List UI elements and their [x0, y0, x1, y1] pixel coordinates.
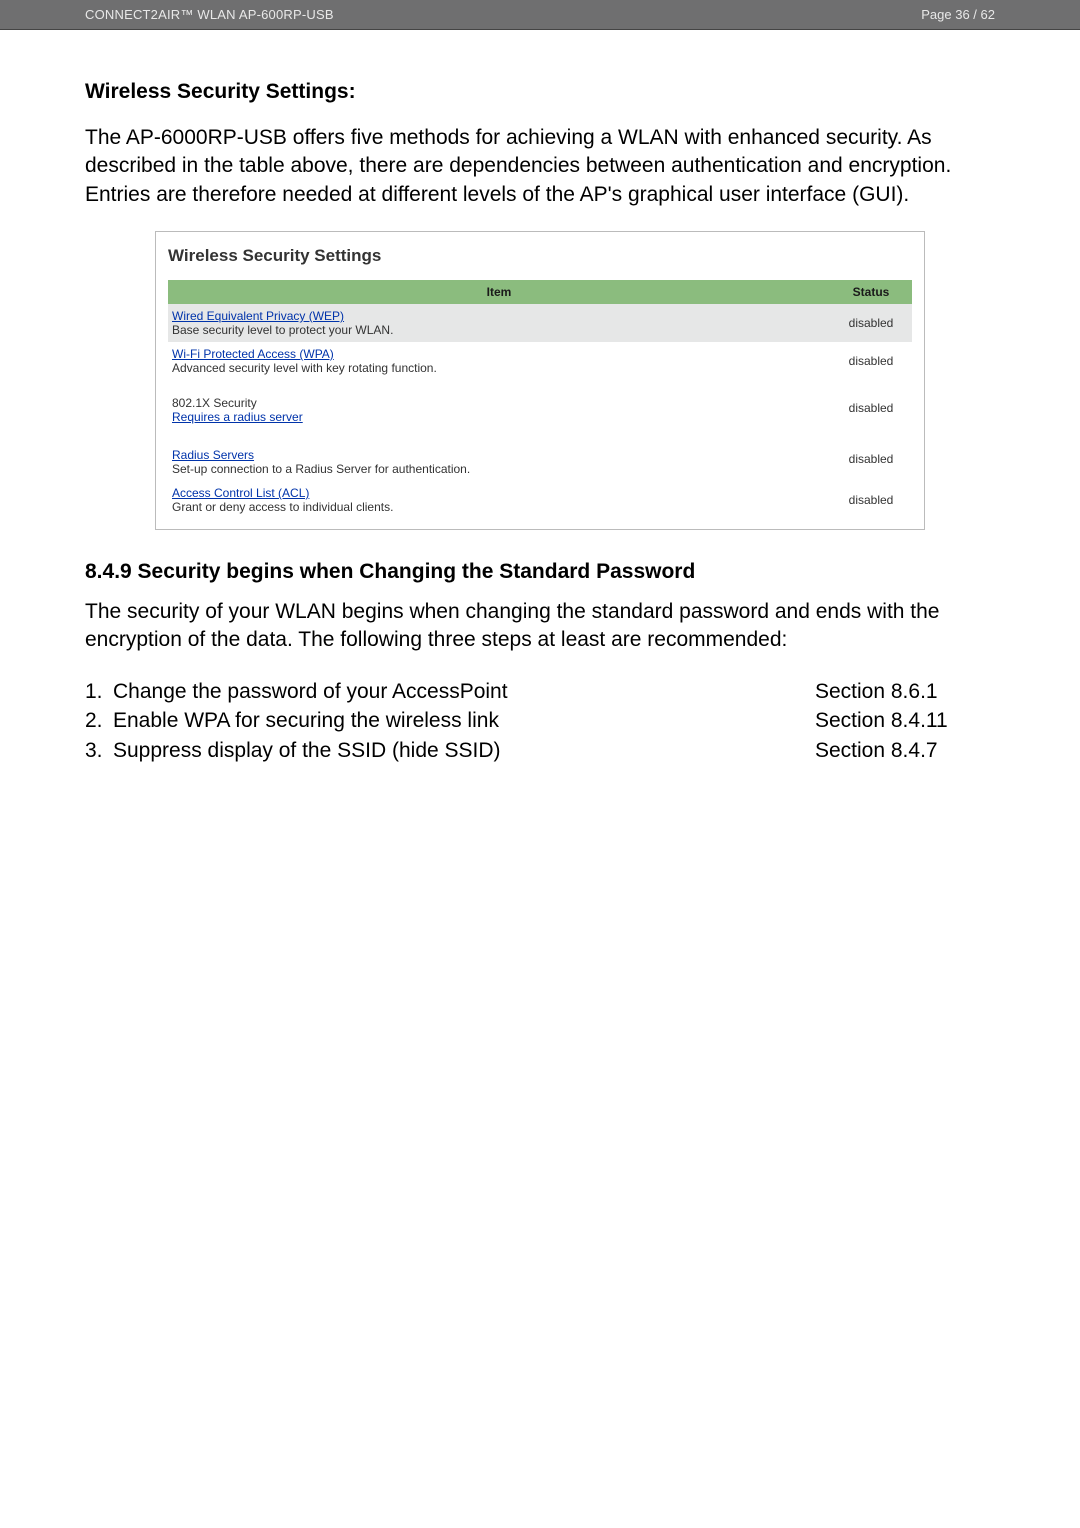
status-radius: disabled	[830, 436, 912, 481]
desc-radius-servers: Set-up connection to a Radius Server for…	[172, 462, 470, 476]
steps-list: 1. Change the password of your AccessPoi…	[85, 677, 995, 765]
table-header-row: Item Status	[168, 280, 912, 304]
step-ref: Section 8.4.7	[815, 736, 995, 765]
status-wep: disabled	[830, 304, 912, 342]
pretext-8021x: 802.1X Security	[172, 396, 257, 410]
page-content: Wireless Security Settings: The AP-6000R…	[0, 30, 1080, 765]
link-wep[interactable]: Wired Equivalent Privacy (WEP)	[172, 309, 344, 323]
link-acl[interactable]: Access Control List (ACL)	[172, 486, 309, 500]
step-ref: Section 8.6.1	[815, 677, 995, 706]
security-settings-table: Item Status Wired Equivalent Privacy (WE…	[168, 280, 912, 519]
subsection-heading: 8.4.9 Security begins when Changing the …	[85, 560, 995, 584]
table-row: Access Control List (ACL) Grant or deny …	[168, 481, 912, 519]
section-heading-security-settings: Wireless Security Settings:	[85, 80, 995, 104]
table-row: 802.1X Security Requires a radius server…	[168, 380, 912, 436]
column-header-status: Status	[830, 280, 912, 304]
step-text: Change the password of your AccessPoint	[113, 677, 508, 706]
security-settings-panel: Wireless Security Settings Item Status W…	[155, 231, 925, 530]
step-ref: Section 8.4.11	[815, 706, 995, 735]
page-header: CONNECT2AIR™ WLAN AP-600RP-USB Page 36 /…	[0, 0, 1080, 29]
status-8021x: disabled	[830, 380, 912, 436]
subsection-849: 8.4.9 Security begins when Changing the …	[85, 560, 995, 765]
subsection-paragraph: The security of your WLAN begins when ch…	[85, 598, 995, 655]
table-row: Wi-Fi Protected Access (WPA) Advanced se…	[168, 342, 912, 380]
column-header-item: Item	[168, 280, 830, 304]
list-item: 2. Enable WPA for securing the wireless …	[85, 706, 995, 735]
step-number: 2.	[85, 706, 113, 735]
item-cell: Wi-Fi Protected Access (WPA) Advanced se…	[168, 342, 830, 380]
item-cell: Access Control List (ACL) Grant or deny …	[168, 481, 830, 519]
link-radius-server[interactable]: Requires a radius server	[172, 410, 303, 424]
status-wpa: disabled	[830, 342, 912, 380]
status-acl: disabled	[830, 481, 912, 519]
item-cell: Radius Servers Set-up connection to a Ra…	[168, 436, 830, 481]
table-row: Wired Equivalent Privacy (WEP) Base secu…	[168, 304, 912, 342]
list-item: 1. Change the password of your AccessPoi…	[85, 677, 995, 706]
step-number: 3.	[85, 736, 113, 765]
section1-paragraph: The AP-6000RP-USB offers five methods fo…	[85, 124, 995, 209]
desc-acl: Grant or deny access to individual clien…	[172, 500, 393, 514]
item-cell: 802.1X Security Requires a radius server	[168, 380, 830, 436]
header-page-number: Page 36 / 62	[921, 7, 995, 22]
table-row: Radius Servers Set-up connection to a Ra…	[168, 436, 912, 481]
list-item: 3. Suppress display of the SSID (hide SS…	[85, 736, 995, 765]
desc-wpa: Advanced security level with key rotatin…	[172, 361, 437, 375]
item-cell: Wired Equivalent Privacy (WEP) Base secu…	[168, 304, 830, 342]
desc-wep: Base security level to protect your WLAN…	[172, 323, 393, 337]
panel-title: Wireless Security Settings	[168, 246, 912, 266]
header-product: CONNECT2AIR™ WLAN AP-600RP-USB	[85, 7, 334, 22]
step-number: 1.	[85, 677, 113, 706]
step-text: Enable WPA for securing the wireless lin…	[113, 706, 499, 735]
link-radius-servers[interactable]: Radius Servers	[172, 448, 254, 462]
link-wpa[interactable]: Wi-Fi Protected Access (WPA)	[172, 347, 334, 361]
step-text: Suppress display of the SSID (hide SSID)	[113, 736, 501, 765]
